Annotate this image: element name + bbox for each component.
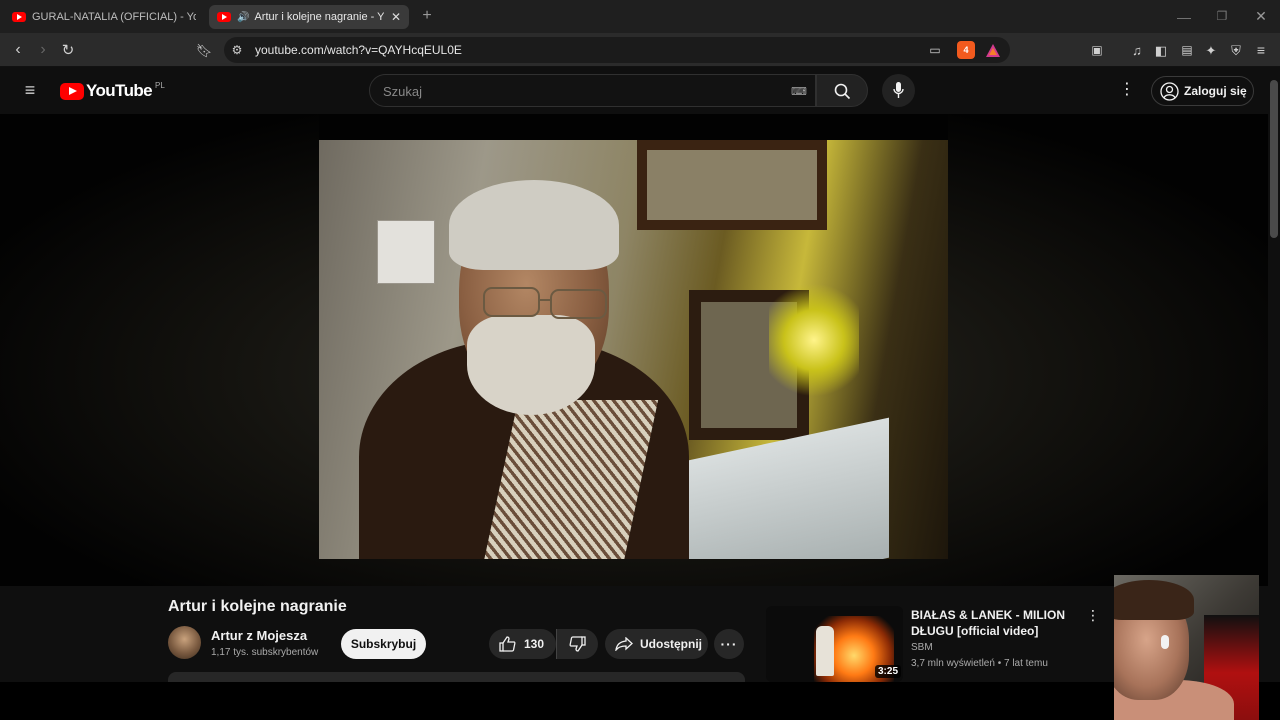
grey-hair	[449, 180, 619, 270]
share-label: Udostępnij	[640, 637, 702, 651]
description-box[interactable]	[168, 672, 745, 682]
vpn-icon[interactable]: ⛨	[1228, 42, 1244, 58]
bookmark-icon[interactable]: 🔖︎	[196, 42, 213, 58]
sign-in-label: Zaloguj się	[1184, 84, 1247, 98]
webcam-overlay	[1114, 575, 1259, 720]
site-settings-icon[interactable]: ⚙	[230, 43, 244, 57]
forward-icon[interactable]: ›	[35, 42, 51, 58]
like-count: 130	[524, 637, 545, 651]
youtube-favicon-icon	[12, 12, 26, 22]
share-button[interactable]: Udostępnij	[605, 629, 708, 659]
minimize-icon[interactable]: —	[1176, 10, 1192, 24]
youtube-favicon-icon	[217, 12, 231, 22]
channel-avatar[interactable]	[168, 626, 201, 659]
shields-badge: 4	[963, 44, 969, 55]
url-text[interactable]: youtube.com/watch?v=QAYHcqEUL0E	[255, 43, 462, 57]
glasses-icon	[483, 287, 607, 319]
tab-label: Artur i kolejne nagranie - You	[254, 11, 385, 23]
dislike-button[interactable]	[556, 629, 598, 659]
scrollbar-thumb[interactable]	[1270, 80, 1278, 238]
settings-more-icon[interactable]: ⋮	[1119, 82, 1135, 98]
more-actions-button[interactable]: ···	[714, 629, 744, 659]
search-icon	[834, 83, 851, 100]
new-tab-button[interactable]: +	[420, 8, 434, 24]
cast-icon[interactable]: ▭	[927, 43, 943, 57]
voice-search-button[interactable]	[882, 74, 915, 107]
channel-name[interactable]: Artur z Mojesza	[211, 628, 307, 643]
tab-gural-natalia[interactable]: GURAL-NATALIA (OFFICIAL) - YouTub	[4, 5, 204, 29]
back-icon[interactable]: ‹	[10, 42, 26, 58]
video-duration: 3:25	[875, 665, 902, 678]
subscribe-button[interactable]: Subskrybuj	[341, 629, 426, 659]
recommended-meta: 3,7 mln wyświetleń • 7 lat temu	[911, 658, 1048, 669]
search-button[interactable]	[816, 74, 868, 107]
video-frame[interactable]	[319, 140, 948, 559]
youtube-play-icon	[60, 82, 84, 100]
browser-tab-bar: GURAL-NATALIA (OFFICIAL) - YouTub 🔊 Artu…	[0, 0, 1280, 33]
search-input[interactable]: Szukaj ⌨	[369, 74, 816, 107]
lamp-glow	[769, 280, 859, 400]
streamer-hair	[1114, 580, 1194, 620]
recommended-menu-icon[interactable]: ⋮	[1086, 607, 1100, 624]
person-figure	[816, 626, 834, 676]
media-icon[interactable]: ♫	[1129, 42, 1145, 58]
white-beard	[467, 315, 595, 415]
menu-icon[interactable]: ≡	[1253, 42, 1269, 58]
like-button[interactable]: 130	[489, 629, 556, 659]
hamburger-menu-icon[interactable]: ≡	[21, 81, 39, 99]
thumbs-down-icon	[569, 636, 586, 652]
recommended-title[interactable]: BIAŁAS & LANEK - MILION DŁUGU [official …	[911, 607, 1081, 639]
subscriber-count: 1,17 tys. subskrybentów	[211, 647, 319, 658]
account-icon	[1160, 82, 1179, 101]
search-placeholder: Szukaj	[383, 84, 423, 99]
sign-in-button[interactable]: Zaloguj się	[1151, 76, 1254, 106]
microphone-icon	[893, 82, 904, 98]
restore-icon[interactable]: ❐	[1214, 9, 1230, 23]
light-switch	[377, 220, 435, 284]
share-icon	[615, 637, 633, 651]
wallet-icon[interactable]: ▤	[1179, 42, 1195, 58]
thumbs-up-icon	[499, 636, 516, 652]
picture-frame	[637, 140, 827, 230]
youtube-logo[interactable]: YouTube PL	[60, 81, 165, 101]
youtube-logo-text: YouTube	[86, 81, 153, 100]
tab-artur[interactable]: 🔊 Artur i kolejne nagranie - You ✕	[209, 5, 409, 29]
reload-icon[interactable]: ↻	[60, 42, 76, 58]
earbud-icon	[1161, 635, 1169, 649]
close-tab-icon[interactable]: ✕	[391, 10, 401, 24]
region-code: PL	[155, 80, 165, 90]
more-horizontal-icon: ···	[720, 636, 738, 652]
brave-shields-icon[interactable]: 4	[957, 41, 975, 59]
letterbox-bar	[319, 114, 948, 140]
video-title: Artur i kolejne nagranie	[168, 598, 347, 615]
bottom-black-band	[0, 682, 1280, 720]
close-icon[interactable]: ✕	[1253, 9, 1269, 23]
keyboard-icon[interactable]: ⌨	[791, 85, 807, 98]
tab-label: GURAL-NATALIA (OFFICIAL) - YouTub	[32, 11, 196, 23]
leo-ai-icon[interactable]: ✦	[1203, 42, 1219, 58]
brave-rewards-icon[interactable]	[985, 42, 1001, 58]
recommended-channel[interactable]: SBM	[911, 642, 933, 653]
screenshot-icon[interactable]: ▣	[1089, 42, 1105, 58]
speaker-icon[interactable]: 🔊	[237, 12, 249, 23]
sidebar-icon[interactable]: ◧	[1153, 42, 1169, 58]
